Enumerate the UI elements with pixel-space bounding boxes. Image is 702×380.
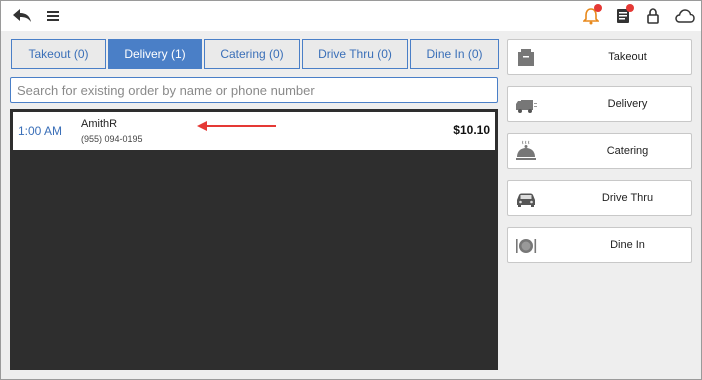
order-type-tabs: Takeout (0) Delivery (1) Catering (0) Dr… [11,39,499,71]
orders-icon[interactable] [613,4,634,27]
dine-in-label: Dine In [610,239,645,251]
orders-badge [626,4,634,12]
order-time: 1:00 AM [18,124,63,138]
drive-thru-label: Drive Thru [601,192,654,204]
order-list-panel: 1:00 AM AmithR (955) 094-0195 $10.10 [10,109,498,370]
lock-icon[interactable] [644,5,662,27]
new-takeout-button[interactable]: Takeout [507,39,692,75]
cloud-icon[interactable] [673,7,697,25]
catering-label: Catering [606,145,649,157]
takeout-label: Takeout [608,51,647,63]
bell-icon[interactable] [581,4,602,27]
tab-delivery[interactable]: Delivery (1) [108,39,202,69]
tab-dine-in[interactable]: Dine In (0) [410,39,499,69]
menu-icon[interactable] [45,6,61,26]
tab-catering[interactable]: Catering (0) [204,39,300,69]
order-amount: $10.10 [453,123,490,137]
customer-name: AmithR [81,118,118,130]
annotation-arrow-icon [197,121,276,131]
new-dine-in-button[interactable]: Dine In [507,227,692,263]
back-icon[interactable] [11,5,33,27]
tab-drive-thru[interactable]: Drive Thru (0) [302,39,408,69]
new-catering-button[interactable]: Catering [507,133,692,169]
new-delivery-button[interactable]: Delivery [507,86,692,122]
top-bar [1,1,701,31]
delivery-label: Delivery [607,98,648,110]
search-input[interactable] [10,77,498,103]
customer-phone: (955) 094-0195 [81,134,143,144]
notification-badge [594,4,602,12]
tab-takeout[interactable]: Takeout (0) [11,39,106,69]
new-drive-thru-button[interactable]: Drive Thru [507,180,692,216]
